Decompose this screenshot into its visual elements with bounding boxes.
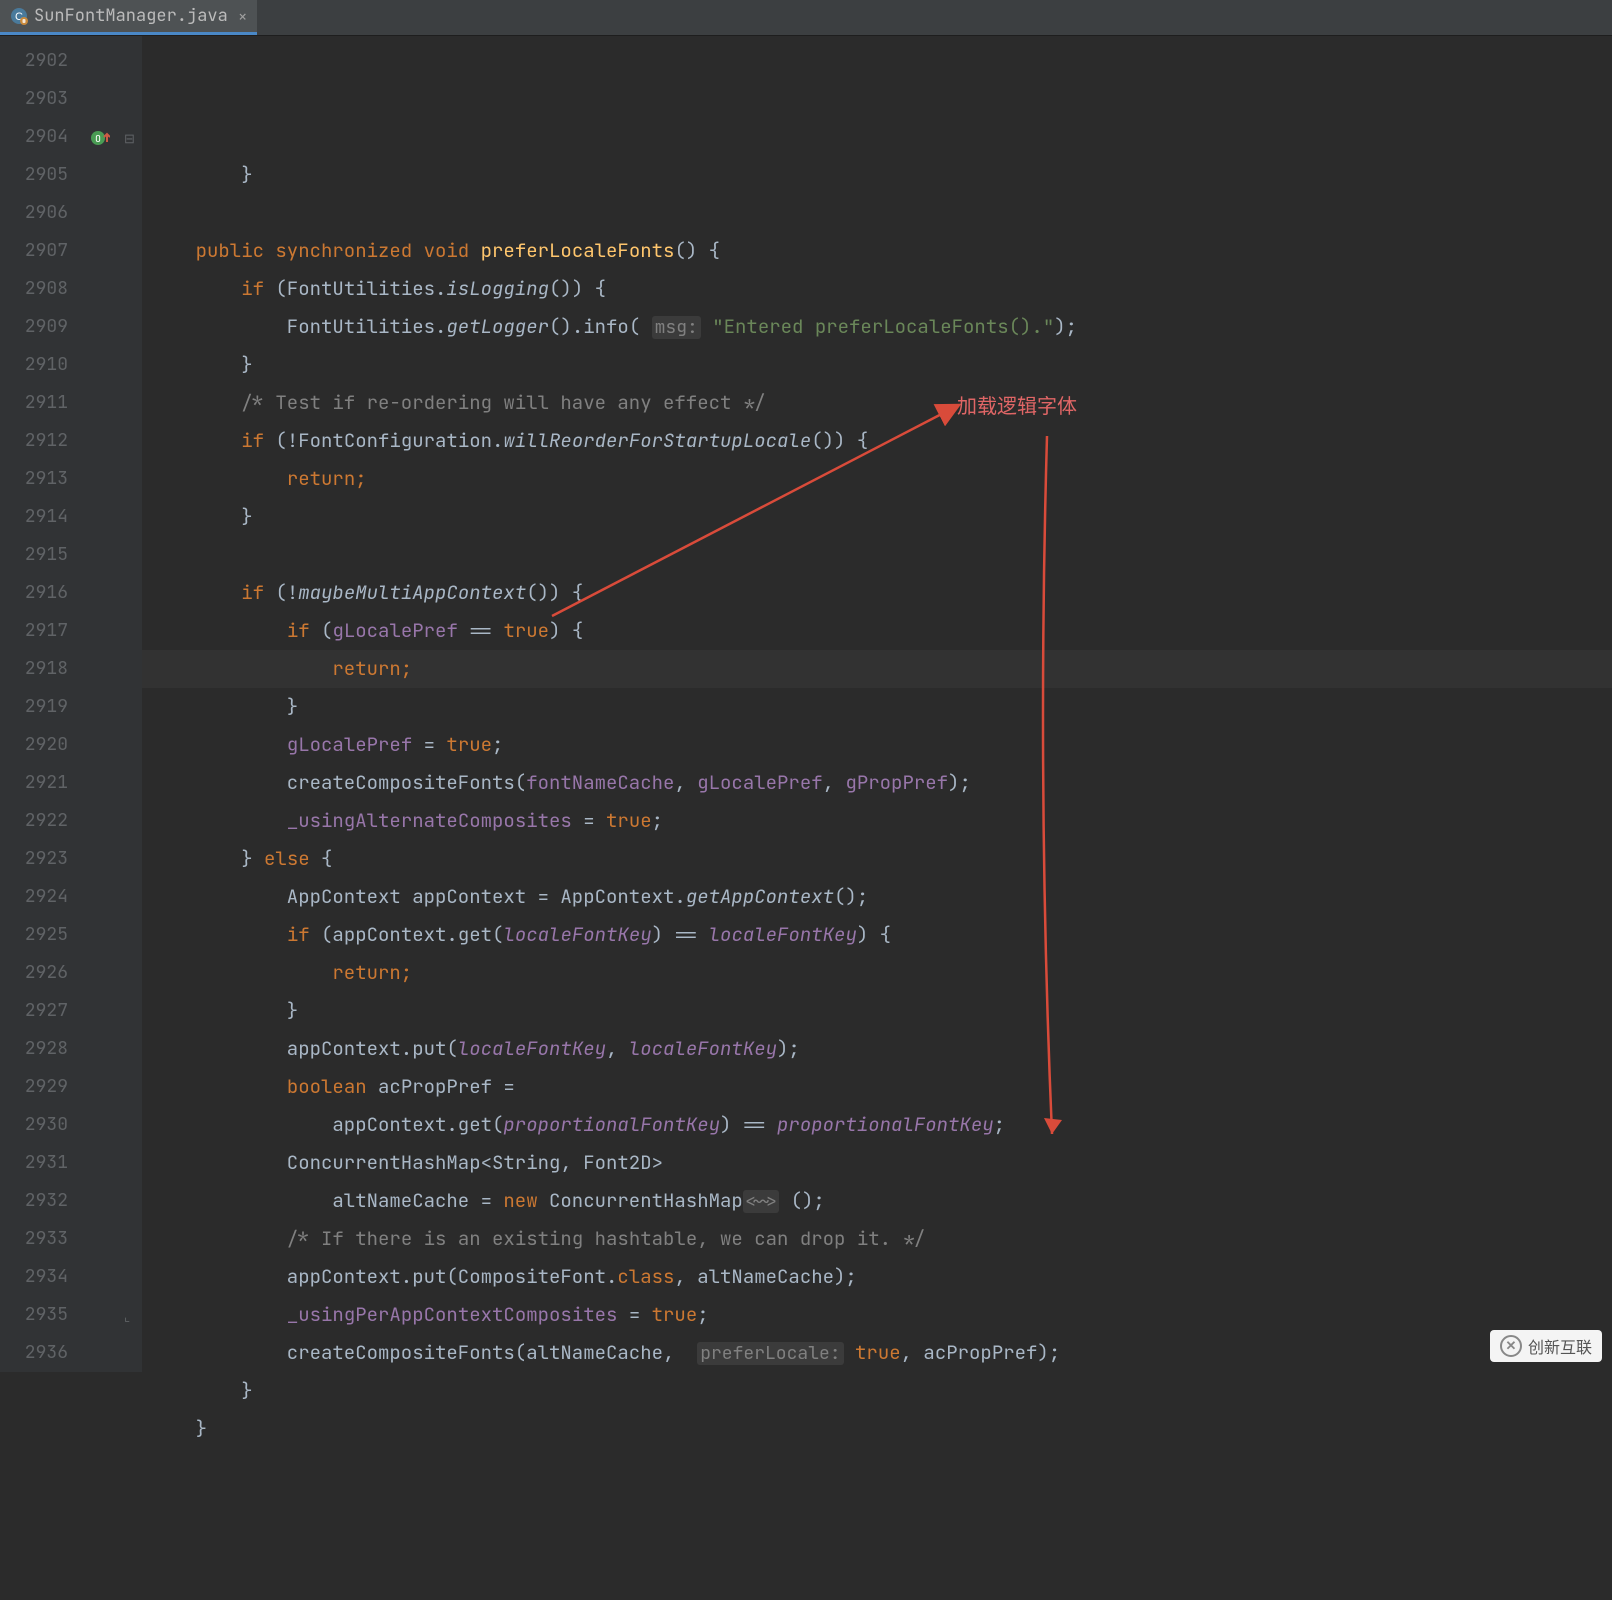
code-line: createCompositeFonts(fontNameCache, gLoc… <box>142 764 1612 802</box>
code-line <box>142 1448 1612 1486</box>
override-marker-icon[interactable]: O <box>90 128 110 154</box>
code-line: } <box>142 1410 1612 1448</box>
code-line: if (gLocalePref == true) { <box>142 612 1612 650</box>
code-line: /* If there is an existing hashtable, we… <box>142 1220 1612 1258</box>
line-number: 2905 <box>0 156 86 194</box>
line-number: 2909 <box>0 308 86 346</box>
code-line: boolean acPropPref = <box>142 1068 1612 1106</box>
code-line: } <box>142 688 1612 726</box>
fold-indicator-icon[interactable]: ⊟ <box>124 130 135 147</box>
line-number: 2923 <box>0 840 86 878</box>
line-number: 2902 <box>0 42 86 80</box>
watermark-text: 创新互联 <box>1528 1334 1592 1358</box>
java-class-icon: C <box>10 7 28 25</box>
code-line: if (appContext.get(localeFontKey) == loc… <box>142 916 1612 954</box>
code-line: _usingAlternateComposites = true; <box>142 802 1612 840</box>
line-number: 2925 <box>0 916 86 954</box>
code-line: appContext.get(proportionalFontKey) == p… <box>142 1106 1612 1144</box>
code-line: } <box>142 346 1612 384</box>
fold-indicator-icon[interactable]: ⌞ <box>124 1308 130 1325</box>
line-number: 2906 <box>0 194 86 232</box>
line-number: 2910 <box>0 346 86 384</box>
line-number: 2920 <box>0 726 86 764</box>
tab-filename: SunFontManager.java <box>34 5 228 27</box>
code-line: if (!maybeMultiAppContext()) { <box>142 574 1612 612</box>
code-line: appContext.put(CompositeFont.class, altN… <box>142 1258 1612 1296</box>
tab-active[interactable]: C SunFontManager.java × <box>0 0 257 35</box>
line-number: 2922 <box>0 802 86 840</box>
code-line: _usingPerAppContextComposites = true; <box>142 1296 1612 1334</box>
line-number: 2927 <box>0 992 86 1030</box>
line-number: 2932 <box>0 1182 86 1220</box>
code-line: public synchronized void preferLocaleFon… <box>142 232 1612 270</box>
line-number: 2928 <box>0 1030 86 1068</box>
line-number: 2907 <box>0 232 86 270</box>
line-number: 2915 <box>0 536 86 574</box>
code-line: } <box>142 156 1612 194</box>
tab-bar: C SunFontManager.java × <box>0 0 1612 36</box>
code-line: AppContext appContext = AppContext.getAp… <box>142 878 1612 916</box>
line-number: 2931 <box>0 1144 86 1182</box>
line-number: 2916 <box>0 574 86 612</box>
code-line: return; <box>142 650 1612 688</box>
watermark-logo-icon: ✕ <box>1500 1335 1522 1357</box>
line-number: 2935 <box>0 1296 86 1334</box>
code-line: return; <box>142 460 1612 498</box>
line-number: 2911 <box>0 384 86 422</box>
gutter-icons: O ⊟ ⌞ <box>86 36 142 1372</box>
line-number: 2908 <box>0 270 86 308</box>
line-number: 2929 <box>0 1068 86 1106</box>
line-number: 2919 <box>0 688 86 726</box>
code-line: createCompositeFonts(altNameCache, prefe… <box>142 1334 1612 1372</box>
line-number: 2917 <box>0 612 86 650</box>
line-number: 2914 <box>0 498 86 536</box>
watermark: ✕ 创新互联 <box>1490 1330 1602 1362</box>
svg-text:O: O <box>95 132 101 145</box>
line-number: 2933 <box>0 1220 86 1258</box>
code-content[interactable]: } public synchronized void preferLocaleF… <box>142 36 1612 1372</box>
code-line: ConcurrentHashMap<String, Font2D> <box>142 1144 1612 1182</box>
code-line: } <box>142 992 1612 1030</box>
code-line <box>142 194 1612 232</box>
code-line: appContext.put(localeFontKey, localeFont… <box>142 1030 1612 1068</box>
line-number: 2921 <box>0 764 86 802</box>
code-line: gLocalePref = true; <box>142 726 1612 764</box>
line-number: 2924 <box>0 878 86 916</box>
line-number: 2912 <box>0 422 86 460</box>
annotation-label: 加载逻辑字体 <box>957 388 1077 426</box>
line-number: 2904 <box>0 118 86 156</box>
code-line: } <box>142 1372 1612 1410</box>
line-number: 2913 <box>0 460 86 498</box>
code-line: FontUtilities.getLogger().info( msg: "En… <box>142 308 1612 346</box>
code-editor[interactable]: 2902290329042905290629072908290929102911… <box>0 36 1612 1372</box>
line-number: 2903 <box>0 80 86 118</box>
line-number: 2926 <box>0 954 86 992</box>
line-number: 2918 <box>0 650 86 688</box>
code-line: } else { <box>142 840 1612 878</box>
code-line: return; <box>142 954 1612 992</box>
code-line <box>142 536 1612 574</box>
line-number: 2934 <box>0 1258 86 1296</box>
code-line: altNameCache = new ConcurrentHashMap<~> … <box>142 1182 1612 1220</box>
code-line: if (FontUtilities.isLogging()) { <box>142 270 1612 308</box>
code-line: /* Test if re-ordering will have any eff… <box>142 384 1612 422</box>
code-line: if (!FontConfiguration.willReorderForSta… <box>142 422 1612 460</box>
line-number-gutter: 2902290329042905290629072908290929102911… <box>0 36 86 1372</box>
line-number: 2936 <box>0 1334 86 1372</box>
code-line: } <box>142 498 1612 536</box>
close-icon[interactable]: × <box>238 6 248 27</box>
line-number: 2930 <box>0 1106 86 1144</box>
